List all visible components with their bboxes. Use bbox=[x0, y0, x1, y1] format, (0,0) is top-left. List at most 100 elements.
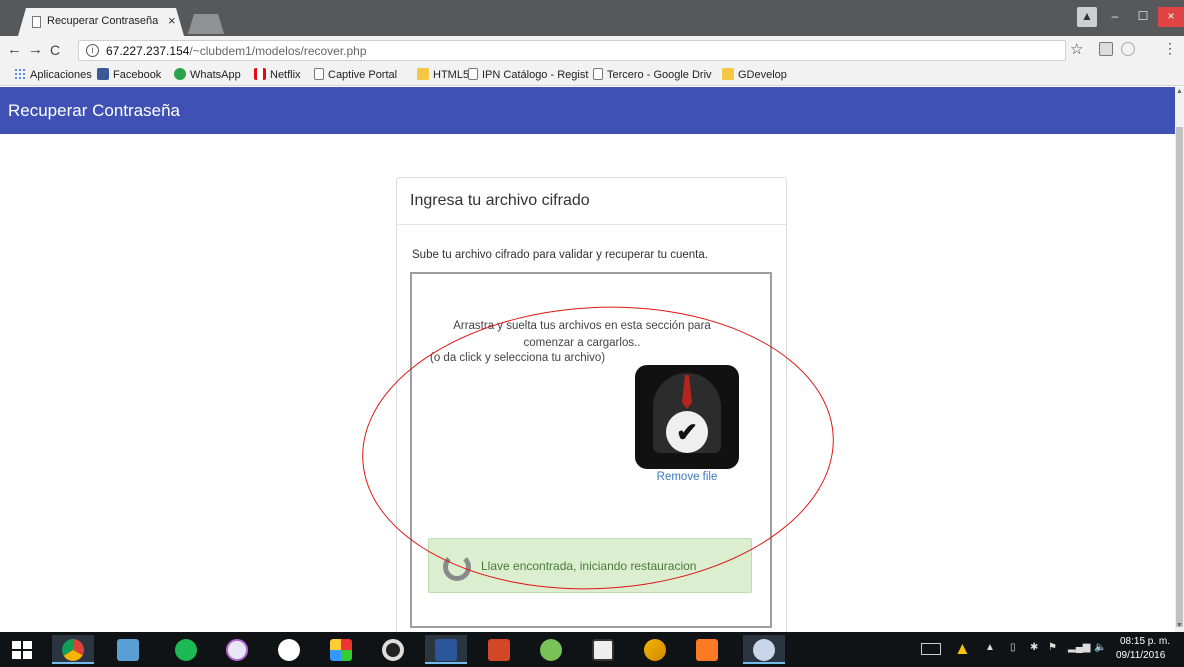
xampp-icon bbox=[696, 639, 718, 661]
folder-icon bbox=[722, 68, 734, 80]
loading-spinner-icon bbox=[443, 553, 471, 581]
clock-date[interactable]: 09/11/2016 bbox=[1116, 650, 1165, 661]
flag-icon[interactable]: ⚑ bbox=[1048, 642, 1057, 653]
camera-icon bbox=[382, 639, 404, 661]
word-icon bbox=[435, 639, 457, 661]
taskbar-camera[interactable] bbox=[372, 635, 414, 664]
forward-button[interactable]: → bbox=[28, 41, 43, 58]
scroll-up-icon[interactable]: ▲ bbox=[1176, 88, 1183, 95]
taskbar-pencil[interactable] bbox=[634, 635, 676, 664]
app-header: Recuperar Contraseña bbox=[0, 87, 1175, 134]
bookmark-whatsapp[interactable]: WhatsApp bbox=[174, 68, 241, 81]
bookmark-html5[interactable]: HTML5 bbox=[417, 68, 469, 81]
taskbar-hp[interactable] bbox=[268, 635, 310, 664]
url-text: 67.227.237.154/~clubdem1/modelos/recover… bbox=[106, 44, 367, 58]
browser-tab[interactable]: Recuperar Contraseña × bbox=[18, 8, 184, 36]
upload-card: Ingresa tu archivo cifrado Sube tu archi… bbox=[396, 177, 787, 647]
remove-file-link[interactable]: Remove file bbox=[635, 471, 739, 483]
page-icon bbox=[468, 68, 478, 80]
page-scrollbar[interactable]: ▲ ▼ bbox=[1175, 87, 1184, 632]
bookmark-aplicaciones[interactable]: Aplicaciones bbox=[14, 68, 92, 81]
status-message: Llave encontrada, iniciando restauracion bbox=[481, 559, 697, 573]
url-host: 67.227.237.154 bbox=[106, 44, 190, 58]
bookmark-star-icon[interactable]: ☆ bbox=[1070, 40, 1083, 58]
taskbar-word[interactable] bbox=[425, 635, 467, 664]
dropzone-hint: (o da click y selecciona tu archivo) bbox=[430, 352, 606, 364]
tab-title: Recuperar Contraseña bbox=[47, 15, 159, 27]
url-input[interactable]: i 67.227.237.154/~clubdem1/modelos/recov… bbox=[78, 40, 1066, 61]
page-icon bbox=[32, 16, 41, 28]
info-icon[interactable]: i bbox=[86, 44, 99, 57]
clock-time[interactable]: 08:15 p. m. bbox=[1120, 636, 1170, 647]
scroll-down-icon[interactable]: ▼ bbox=[1176, 622, 1183, 629]
bookmark-facebook[interactable]: Facebook bbox=[97, 68, 161, 81]
back-button[interactable]: ← bbox=[7, 41, 22, 58]
snipping-tool-icon bbox=[753, 639, 775, 661]
bookmarks-bar: Aplicaciones Facebook WhatsApp Netflix C… bbox=[0, 64, 1184, 86]
file-preview-thumbnail: ✔ bbox=[635, 365, 739, 469]
android-studio-icon bbox=[540, 639, 562, 661]
minimize-button[interactable]: – bbox=[1102, 7, 1128, 27]
url-path: /~clubdem1/modelos/recover.php bbox=[189, 44, 367, 58]
whatsapp-icon bbox=[174, 68, 186, 80]
taskbar-spotify[interactable] bbox=[165, 635, 207, 664]
windows-taskbar: ▲ ▲ ▯ ✱ ⚑ ▂▄▆ 🔈 08:15 p. m. 09/11/2016 bbox=[0, 632, 1184, 667]
dropzone-message: Arrastra y suelta tus archivos en esta s… bbox=[453, 320, 711, 349]
battery-icon[interactable]: ▯ bbox=[1010, 642, 1016, 653]
bookmark-tercero-drive[interactable]: Tercero - Google Driv bbox=[593, 68, 712, 81]
taskbar-itunes[interactable] bbox=[216, 635, 258, 664]
page-title: Recuperar Contraseña bbox=[8, 101, 180, 120]
bookmark-gdevelop[interactable]: GDevelop bbox=[722, 68, 787, 81]
extension-icon[interactable] bbox=[1121, 42, 1135, 56]
extension-icon[interactable] bbox=[1099, 42, 1113, 56]
taskbar-xampp[interactable] bbox=[686, 635, 728, 664]
volume-icon[interactable]: 🔈 bbox=[1094, 642, 1106, 653]
warning-icon[interactable]: ▲ bbox=[954, 639, 971, 659]
reload-button[interactable]: C bbox=[50, 42, 60, 58]
page-icon bbox=[314, 68, 324, 80]
taskbar-powerpoint[interactable] bbox=[478, 635, 520, 664]
bookmark-netflix[interactable]: Netflix bbox=[254, 68, 301, 81]
taskbar-file-explorer[interactable] bbox=[107, 635, 149, 664]
tray-arrow-icon[interactable]: ▲ bbox=[985, 642, 995, 653]
inkscape-icon bbox=[592, 639, 614, 661]
keyboard-icon[interactable] bbox=[921, 643, 941, 655]
start-icon bbox=[12, 641, 32, 659]
netflix-icon bbox=[254, 68, 266, 80]
bluetooth-icon[interactable]: ✱ bbox=[1030, 642, 1038, 653]
start-button[interactable] bbox=[0, 635, 42, 664]
close-window-button[interactable]: × bbox=[1158, 7, 1184, 27]
check-icon: ✔ bbox=[666, 411, 708, 453]
taskbar-android-studio[interactable] bbox=[530, 635, 572, 664]
itunes-icon bbox=[226, 639, 248, 661]
status-alert: Llave encontrada, iniciando restauracion bbox=[428, 538, 752, 593]
card-description: Sube tu archivo cifrado para validar y r… bbox=[412, 249, 708, 261]
pencil-icon bbox=[644, 639, 666, 661]
powerpoint-icon bbox=[488, 639, 510, 661]
menu-icon[interactable]: ⋮ bbox=[1163, 40, 1177, 57]
bookmark-ipn-catalogo[interactable]: IPN Catálogo - Regist bbox=[468, 68, 588, 81]
card-header: Ingresa tu archivo cifrado bbox=[397, 178, 786, 225]
card-title: Ingresa tu archivo cifrado bbox=[410, 192, 590, 209]
tab-close-icon[interactable]: × bbox=[168, 13, 176, 28]
spotify-icon bbox=[175, 639, 197, 661]
file-explorer-icon bbox=[117, 639, 139, 661]
address-toolbar: ← → C i 67.227.237.154/~clubdem1/modelos… bbox=[0, 36, 1184, 64]
user-profile-icon[interactable]: ▲ bbox=[1077, 7, 1097, 27]
signal-icon[interactable]: ▂▄▆ bbox=[1068, 642, 1090, 653]
maximize-button[interactable]: ☐ bbox=[1130, 7, 1156, 27]
taskbar-paint[interactable] bbox=[320, 635, 362, 664]
browser-titlebar: Recuperar Contraseña × ▲ – ☐ × bbox=[0, 0, 1184, 36]
folder-icon bbox=[417, 68, 429, 80]
taskbar-snipping-tool[interactable] bbox=[743, 635, 785, 664]
scroll-thumb[interactable] bbox=[1176, 127, 1183, 627]
apps-grid-icon bbox=[14, 68, 26, 80]
taskbar-inkscape[interactable] bbox=[582, 635, 624, 664]
bookmark-captive-portal[interactable]: Captive Portal bbox=[314, 68, 397, 81]
taskbar-chrome[interactable] bbox=[52, 635, 94, 664]
paint-icon bbox=[330, 639, 352, 661]
facebook-icon bbox=[97, 68, 109, 80]
file-dropzone[interactable]: Arrastra y suelta tus archivos en esta s… bbox=[410, 272, 772, 628]
hp-icon bbox=[278, 639, 300, 661]
new-tab-button[interactable] bbox=[188, 14, 224, 34]
